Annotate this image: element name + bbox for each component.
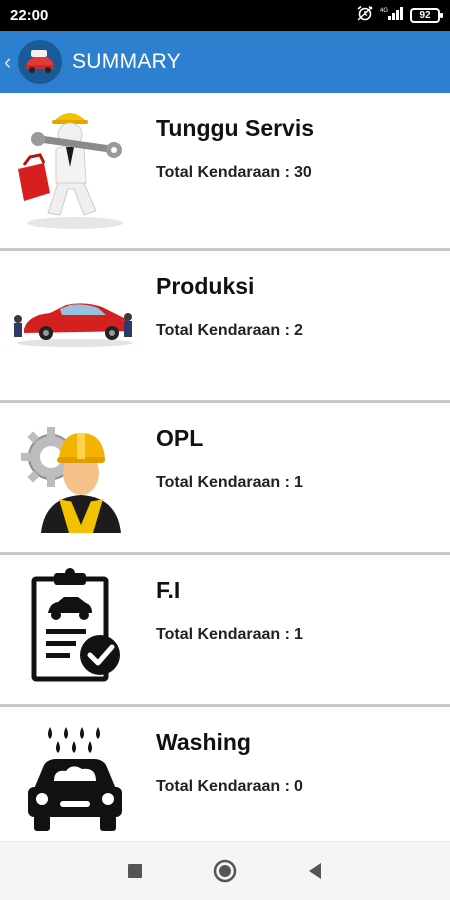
- count-value: 30: [293, 164, 312, 181]
- row-text: Produksi Total Kendaraan : 2: [150, 251, 303, 400]
- page-title: SUMMARY: [72, 50, 182, 73]
- list-item[interactable]: OPL Total Kendaraan : 1: [0, 403, 450, 555]
- recents-button[interactable]: [120, 856, 150, 886]
- row-title: OPL: [156, 425, 204, 451]
- count-label: Total Kendaraan :: [156, 164, 290, 181]
- count-value: 1: [293, 474, 303, 491]
- worker-gear-icon: [15, 415, 135, 540]
- svg-text:4G: 4G: [380, 8, 388, 14]
- circle-icon: [213, 859, 237, 883]
- row-text: F.I Total Kendaraan : 1: [150, 555, 303, 704]
- thumbnail: [0, 555, 150, 704]
- count-label: Total Kendaraan :: [156, 626, 290, 643]
- count-label: Total Kendaraan :: [156, 322, 290, 339]
- triangle-back-icon: [309, 863, 321, 879]
- mechanic-wrench-icon: [10, 103, 140, 238]
- row-count: Total Kendaraan : 0: [156, 778, 303, 796]
- row-count: Total Kendaraan : 30: [156, 164, 314, 182]
- status-icons: 4G 92: [356, 5, 443, 26]
- row-count: Total Kendaraan : 2: [156, 322, 303, 340]
- list-item[interactable]: Washing Total Kendaraan : 0: [0, 707, 450, 841]
- clipboard-check-icon: [20, 567, 130, 692]
- car-repair-icon: [10, 293, 140, 358]
- count-value: 0: [293, 778, 303, 795]
- list-item[interactable]: Tunggu Servis Total Kendaraan : 30: [0, 93, 450, 251]
- thumbnail: [0, 251, 150, 400]
- back-chevron-icon[interactable]: ‹: [4, 49, 16, 75]
- system-nav-bar: [0, 841, 450, 900]
- row-count: Total Kendaraan : 1: [156, 474, 303, 492]
- alarm-icon: [356, 5, 374, 26]
- car-wash-icon: [20, 719, 130, 841]
- square-icon: [128, 864, 142, 878]
- row-title: Tunggu Servis: [156, 115, 315, 141]
- row-count: Total Kendaraan : 1: [156, 626, 303, 644]
- battery-icon: 92: [410, 8, 443, 23]
- home-button[interactable]: [210, 856, 240, 886]
- count-label: Total Kendaraan :: [156, 474, 290, 491]
- count-value: 1: [293, 626, 303, 643]
- count-value: 2: [293, 322, 303, 339]
- battery-level: 92: [419, 10, 431, 21]
- row-text: OPL Total Kendaraan : 1: [150, 403, 303, 552]
- summary-list: Tunggu Servis Total Kendaraan : 30 Produ…: [0, 93, 450, 841]
- signal-icon: 4G: [380, 6, 404, 25]
- list-item[interactable]: F.I Total Kendaraan : 1: [0, 555, 450, 707]
- thumbnail: [0, 403, 150, 552]
- status-time: 22:00: [10, 7, 49, 24]
- list-item[interactable]: Produksi Total Kendaraan : 2: [0, 251, 450, 403]
- app-bar: ‹ SUMMARY: [0, 31, 450, 93]
- thumbnail: [0, 93, 150, 248]
- row-title: Produksi: [156, 273, 255, 299]
- count-label: Total Kendaraan :: [156, 778, 290, 795]
- app-logo[interactable]: [18, 40, 62, 84]
- row-title: Washing: [156, 729, 251, 755]
- row-text: Tunggu Servis Total Kendaraan : 30: [150, 93, 314, 248]
- thumbnail: [0, 707, 150, 841]
- row-text: Washing Total Kendaraan : 0: [150, 707, 303, 841]
- row-title: F.I: [156, 577, 181, 603]
- back-button[interactable]: [300, 856, 330, 886]
- status-bar: 22:00 4G 92: [0, 0, 450, 31]
